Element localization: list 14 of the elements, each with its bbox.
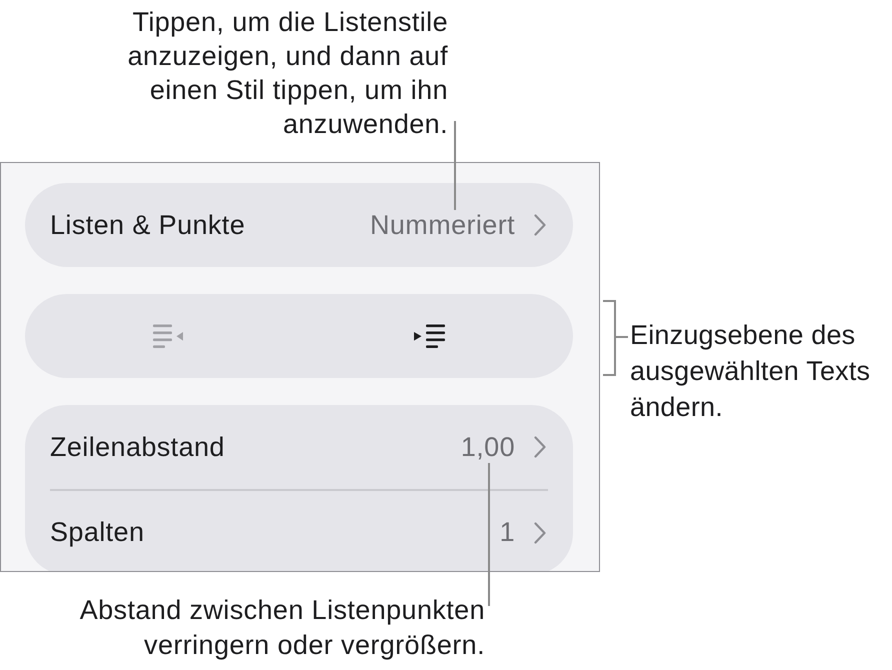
callout-text: Tippen, um die Listenstile anzuzeigen, und dann auf einen Stil tippen, um ihn anzuwenden.	[126, 6, 448, 141]
outdent-icon	[152, 324, 183, 348]
row-label[interactable]: Zeilenabstand	[50, 432, 461, 462]
callout-text: Abstand zwischen Listenpunkten verringern oder vergrößern.	[78, 594, 485, 662]
row-value: Nummeriert	[370, 210, 515, 240]
callout-text: Einzugsebene des ausgewählten Texts ändern.	[630, 319, 870, 424]
chevron-icon	[534, 214, 546, 236]
chevron-icon	[534, 522, 546, 544]
indent-icon	[414, 324, 446, 348]
row-label[interactable]: Listen & Punkte	[50, 210, 370, 240]
row-value: 1,00	[460, 432, 515, 462]
chevron-icon	[534, 436, 546, 458]
row-label[interactable]: Spalten	[50, 517, 500, 548]
row-value: 1	[500, 517, 515, 548]
